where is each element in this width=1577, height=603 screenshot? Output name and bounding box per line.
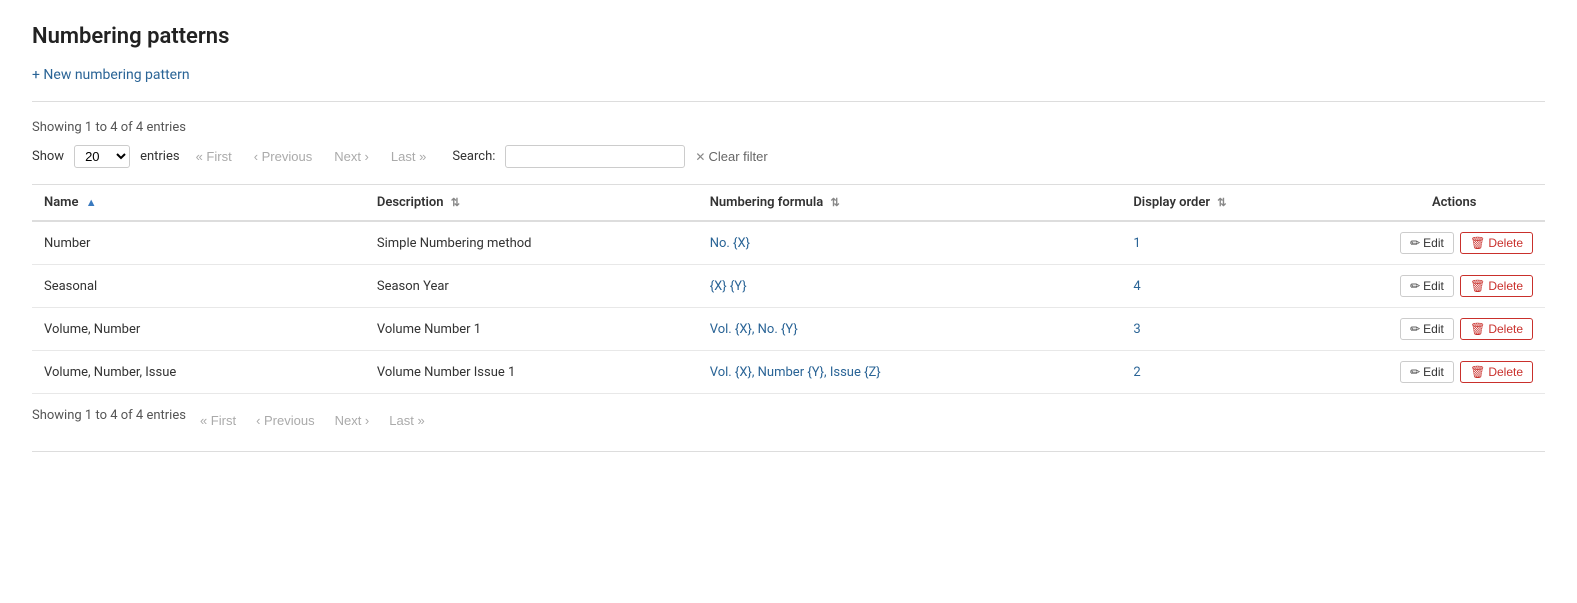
col-header-name[interactable]: Name ▲ [32,185,365,222]
cell-name-2: Volume, Number [32,308,365,351]
col-header-actions: Actions [1363,185,1545,222]
delete-button-0[interactable]: 🗑 Delete [1460,232,1533,254]
table-row: Seasonal Season Year {X} {Y} 4 ✏ Edit 🗑 … [32,265,1545,308]
cell-order-2: 3 [1121,308,1363,351]
numbering-patterns-table: Name ▲ Description ⇅ Numbering formula ⇅… [32,184,1545,394]
edit-button-3[interactable]: ✏ Edit [1400,361,1454,383]
last-button-top[interactable]: Last » [385,147,432,166]
cell-order-3: 2 [1121,351,1363,394]
trash-icon: 🗑 [1470,236,1485,250]
search-label: Search: [452,149,495,164]
entries-select[interactable]: 20 10 50 100 [74,145,130,168]
previous-button-top[interactable]: ‹ Previous [248,147,319,166]
bottom-pagination-row: Showing 1 to 4 of 4 entries « First ‹ Pr… [32,408,1545,433]
first-button-top[interactable]: « First [190,147,238,166]
x-icon: ✕ [695,150,705,164]
sort-icon-order: ⇅ [1217,196,1226,209]
trash-icon: 🗑 [1470,322,1485,336]
cell-formula-2: Vol. {X}, No. {Y} [698,308,1122,351]
sort-icon-name: ▲ [86,196,97,209]
cell-actions-2: ✏ Edit 🗑 Delete [1363,308,1545,351]
cell-order-1: 4 [1121,265,1363,308]
pencil-icon: ✏ [1410,365,1420,379]
entries-label: entries [140,149,180,164]
cell-formula-0: No. {X} [698,221,1122,265]
cell-actions-3: ✏ Edit 🗑 Delete [1363,351,1545,394]
cell-desc-0: Simple Numbering method [365,221,698,265]
search-input[interactable] [505,145,685,168]
show-label: Show [32,149,64,164]
table-row: Volume, Number Volume Number 1 Vol. {X},… [32,308,1545,351]
cell-formula-3: Vol. {X}, Number {Y}, Issue {Z} [698,351,1122,394]
cell-desc-1: Season Year [365,265,698,308]
next-button-top[interactable]: Next › [328,147,375,166]
cell-actions-1: ✏ Edit 🗑 Delete [1363,265,1545,308]
table-row: Number Simple Numbering method No. {X} 1… [32,221,1545,265]
next-button-bottom[interactable]: Next › [329,411,376,430]
page-title: Numbering patterns [32,24,1545,49]
cell-name-1: Seasonal [32,265,365,308]
edit-button-1[interactable]: ✏ Edit [1400,275,1454,297]
table-row: Volume, Number, Issue Volume Number Issu… [32,351,1545,394]
divider-top [32,101,1545,102]
cell-actions-0: ✏ Edit 🗑 Delete [1363,221,1545,265]
previous-button-bottom[interactable]: ‹ Previous [250,411,321,430]
sort-icon-formula: ⇅ [831,196,840,209]
clear-filter-button[interactable]: ✕ Clear filter [695,149,767,164]
edit-button-0[interactable]: ✏ Edit [1400,232,1454,254]
cell-order-0: 1 [1121,221,1363,265]
pencil-icon: ✏ [1410,236,1420,250]
last-button-bottom[interactable]: Last » [383,411,430,430]
delete-button-1[interactable]: 🗑 Delete [1460,275,1533,297]
col-header-order[interactable]: Display order ⇅ [1121,185,1363,222]
pencil-icon: ✏ [1410,279,1420,293]
delete-button-2[interactable]: 🗑 Delete [1460,318,1533,340]
edit-button-2[interactable]: ✏ Edit [1400,318,1454,340]
first-button-bottom[interactable]: « First [194,411,242,430]
cell-desc-3: Volume Number Issue 1 [365,351,698,394]
sort-icon-description: ⇅ [451,196,460,209]
col-header-description[interactable]: Description ⇅ [365,185,698,222]
showing-bottom: Showing 1 to 4 of 4 entries [32,408,186,423]
new-numbering-pattern-link[interactable]: + New numbering pattern [32,67,190,83]
showing-top: Showing 1 to 4 of 4 entries [32,120,1545,135]
cell-name-3: Volume, Number, Issue [32,351,365,394]
table-header-row: Name ▲ Description ⇅ Numbering formula ⇅… [32,185,1545,222]
controls-row: Show 20 10 50 100 entries « First ‹ Prev… [32,145,1545,168]
delete-button-3[interactable]: 🗑 Delete [1460,361,1533,383]
col-header-formula[interactable]: Numbering formula ⇅ [698,185,1122,222]
clear-filter-label: Clear filter [708,149,767,164]
cell-desc-2: Volume Number 1 [365,308,698,351]
trash-icon: 🗑 [1470,279,1485,293]
cell-name-0: Number [32,221,365,265]
divider-bottom [32,451,1545,452]
trash-icon: 🗑 [1470,365,1485,379]
pencil-icon: ✏ [1410,322,1420,336]
cell-formula-1: {X} {Y} [698,265,1122,308]
